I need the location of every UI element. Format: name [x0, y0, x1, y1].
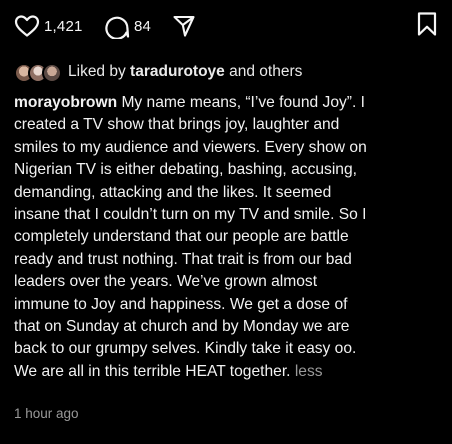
liked-by-user-link[interactable]: taradurotoye [130, 63, 225, 80]
caption-line: demanding, attacking and the likes. It s… [14, 183, 332, 201]
caption-line: back to our grumpy selves. Kindly take i… [14, 340, 357, 358]
liked-by-suffix: and others [224, 63, 303, 80]
bookmark-icon [416, 11, 438, 42]
comment-bubble-icon [104, 13, 130, 39]
caption-line: created a TV show that brings joy, laugh… [14, 116, 340, 134]
liked-by-avatars [14, 61, 78, 83]
avatar [42, 63, 62, 83]
caption-line: insane that I couldn’t turn on my TV and… [14, 206, 367, 224]
caption-text: We are all in this terrible HEAT togethe… [14, 362, 295, 380]
caption-line: ready and trust nothing. That trait is f… [14, 250, 352, 268]
like-button[interactable]: 1,421 [14, 11, 83, 41]
caption-line: smiles to my audience and viewers. Every… [14, 138, 367, 156]
caption-text: My name means, “I’ve found Joy”. I [117, 94, 365, 111]
caption-line: that on Sunday at church and by Monday w… [14, 318, 350, 336]
heart-icon [14, 14, 40, 38]
post-caption: morayobrown My name means, “I’ve found J… [14, 92, 442, 383]
show-less-link[interactable]: less [295, 363, 323, 380]
save-button[interactable] [416, 11, 438, 41]
caption-line: We are all in this terrible HEAT togethe… [14, 361, 442, 383]
comment-button[interactable]: 84 [104, 11, 151, 41]
caption-line: morayobrown My name means, “I’ve found J… [14, 92, 442, 114]
caption-line: completely understand that our people ar… [14, 228, 349, 246]
liked-by-row[interactable]: Liked by taradurotoye and others [14, 59, 438, 85]
likes-count: 1,421 [44, 17, 83, 35]
caption-line: leaders over the years. We’ve grown almo… [14, 273, 318, 291]
post-actions: 1,421 84 [14, 11, 438, 41]
caption-line: immune to Joy and happiness. We get a do… [14, 295, 348, 313]
author-username-link[interactable]: morayobrown [14, 94, 117, 111]
paper-plane-icon [172, 14, 196, 38]
liked-by-text: Liked by taradurotoye and others [68, 63, 302, 81]
post-timestamp: 1 hour ago [14, 406, 79, 421]
caption-line: Nigerian TV is either debating, bashing,… [14, 161, 357, 179]
comments-count: 84 [134, 17, 152, 35]
share-button[interactable] [172, 11, 196, 41]
